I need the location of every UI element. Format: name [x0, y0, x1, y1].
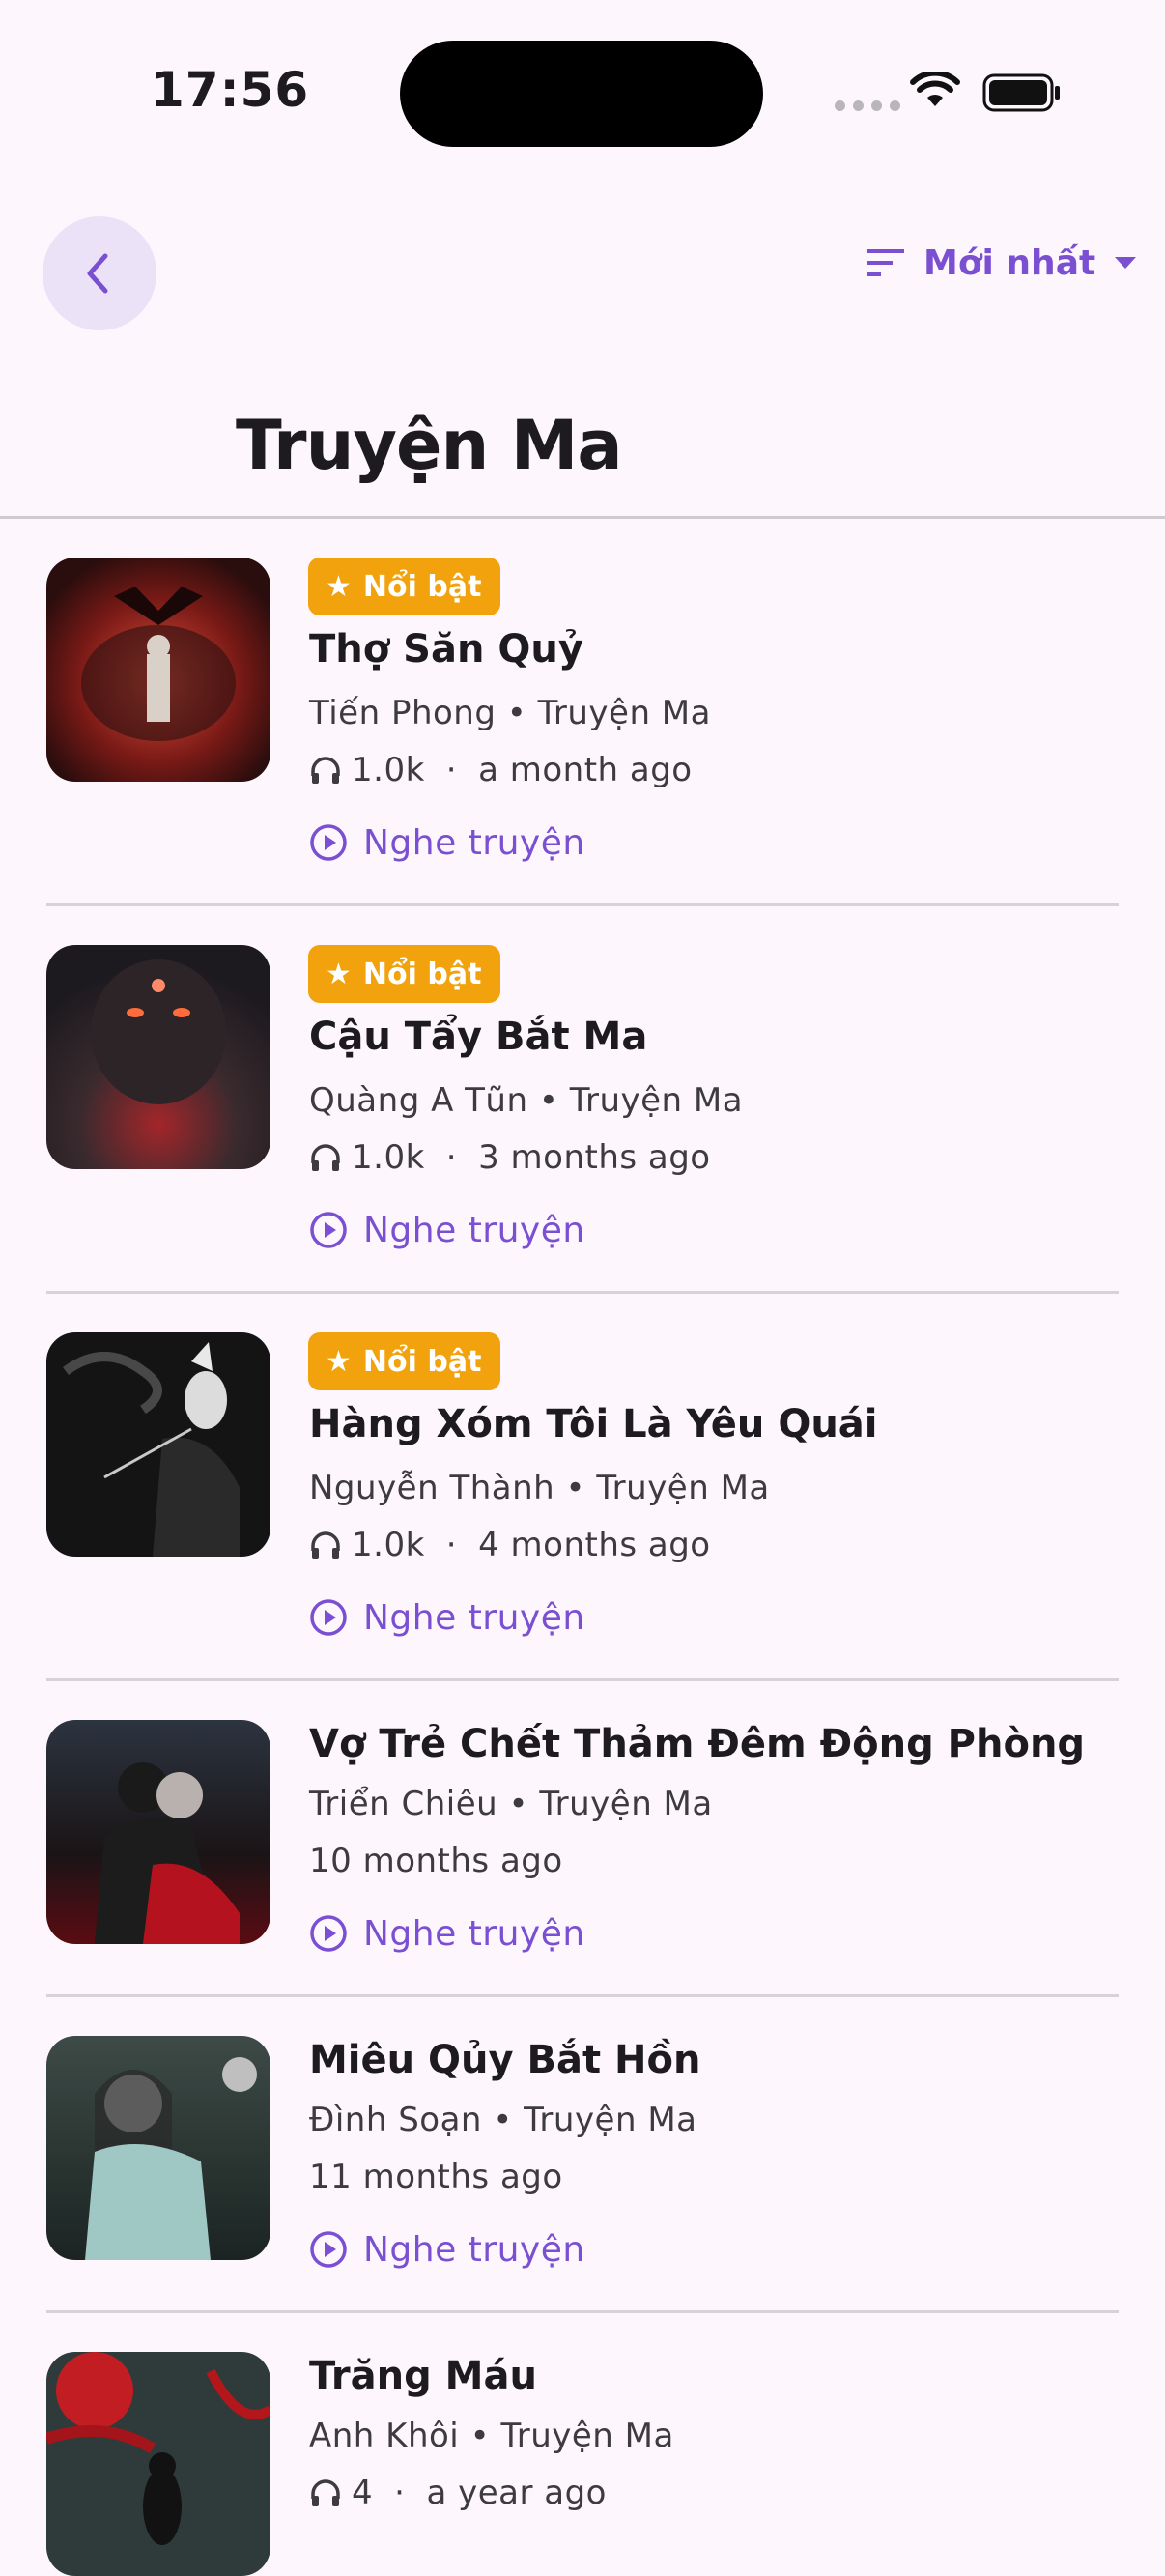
listen-button[interactable]: Nghe truyện — [309, 1595, 585, 1640]
listen-button[interactable]: Nghe truyện — [309, 2227, 585, 2272]
listen-button[interactable]: Nghe truyện — [309, 1208, 585, 1252]
listen-count: 4 — [352, 2474, 374, 2512]
story-stats: 4 · a year ago — [309, 2474, 607, 2512]
listen-label: Nghe truyện — [363, 1597, 585, 1638]
listen-count: 1.0k — [352, 1526, 425, 1564]
wifi-icon — [910, 72, 960, 106]
story-cover-image — [46, 1720, 270, 1944]
featured-badge: ★ Nổi bật — [308, 558, 501, 615]
story-category: Truyện Ma — [500, 2417, 674, 2455]
cellular-signal-icon — [835, 100, 900, 111]
story-author: Quàng A Tũn — [309, 1081, 528, 1120]
story-meta: Quàng A Tũn • Truyện Ma — [309, 1081, 744, 1120]
headphones-icon — [311, 2479, 340, 2506]
story-meta: Nguyễn Thành • Truyện Ma — [309, 1469, 770, 1507]
headphones-icon — [311, 1531, 340, 1559]
listen-count: 1.0k — [352, 1138, 425, 1177]
story-category: Truyện Ma — [537, 694, 711, 732]
story-category: Truyện Ma — [524, 2101, 697, 2139]
battery-icon — [982, 73, 1060, 112]
story-meta: Tiến Phong • Truyện Ma — [309, 694, 711, 732]
status-time: 17:56 — [151, 62, 310, 118]
play-circle-icon — [310, 1212, 347, 1248]
sort-dropdown[interactable]: Mới nhất — [866, 236, 1138, 290]
story-time: 4 months ago — [478, 1526, 711, 1564]
featured-badge: ★ Nổi bật — [308, 1332, 501, 1390]
story-title: Trăng Máu — [309, 2354, 537, 2398]
listen-label: Nghe truyện — [363, 2229, 585, 2270]
story-stats: 10 months ago — [309, 1842, 563, 1880]
story-item[interactable]: Vợ Trẻ Chết Thảm Đêm Động Phòng Triển Ch… — [0, 1681, 1165, 1997]
headphones-icon — [311, 1144, 340, 1171]
story-stats: 1.0k · 4 months ago — [309, 1526, 711, 1564]
story-stats: 11 months ago — [309, 2158, 563, 2196]
star-icon: ★ — [326, 957, 352, 991]
story-item[interactable]: Miêu Qủy Bắt Hồn Đình Soạn • Truyện Ma 1… — [0, 1997, 1165, 2313]
listen-button[interactable]: Nghe truyện — [309, 1911, 585, 1956]
page-title: Truyện Ma — [236, 406, 623, 485]
listen-count: 1.0k — [352, 751, 425, 789]
play-circle-icon — [310, 1599, 347, 1636]
story-time: 3 months ago — [478, 1138, 711, 1177]
story-meta: Anh Khôi • Truyện Ma — [309, 2417, 674, 2455]
featured-badge: ★ Nổi bật — [308, 945, 501, 1003]
story-stats: 1.0k · 3 months ago — [309, 1138, 711, 1177]
listen-label: Nghe truyện — [363, 1210, 585, 1250]
story-title: Vợ Trẻ Chết Thảm Đêm Động Phòng — [309, 1722, 1086, 1766]
listen-label: Nghe truyện — [363, 1913, 585, 1954]
headphones-icon — [311, 757, 340, 784]
sort-lines-icon — [867, 249, 904, 276]
listen-label: Nghe truyện — [363, 822, 585, 863]
story-meta: Đình Soạn • Truyện Ma — [309, 2101, 697, 2139]
story-author: Nguyễn Thành — [309, 1469, 555, 1507]
story-time: a month ago — [478, 751, 693, 789]
story-title: Hàng Xóm Tôi Là Yêu Quái — [309, 1402, 878, 1446]
story-time: a year ago — [426, 2474, 607, 2512]
story-item[interactable]: Trăng Máu Anh Khôi • Truyện Ma 4 · a yea… — [0, 2313, 1165, 2576]
story-list: ★ Nổi bật Thợ Săn Quỷ Tiến Phong • Truyệ… — [0, 519, 1165, 2576]
story-category: Truyện Ma — [539, 1785, 713, 1823]
story-item[interactable]: ★ Nổi bật Hàng Xóm Tôi Là Yêu Quái Nguyễ… — [0, 1294, 1165, 1681]
story-author: Anh Khôi — [309, 2417, 460, 2455]
story-title: Miêu Qủy Bắt Hồn — [309, 2038, 701, 2082]
story-title: Cậu Tẩy Bắt Ma — [309, 1015, 648, 1059]
sort-label: Mới nhất — [923, 243, 1096, 283]
story-cover-image — [46, 558, 270, 782]
listen-button[interactable]: Nghe truyện — [309, 820, 585, 865]
back-button[interactable] — [43, 216, 156, 330]
play-circle-icon — [310, 1915, 347, 1952]
chevron-left-icon — [87, 253, 108, 294]
story-time: 10 months ago — [309, 1842, 563, 1880]
story-category: Truyện Ma — [569, 1081, 744, 1120]
story-cover-image — [46, 1332, 270, 1557]
story-category: Truyện Ma — [596, 1469, 770, 1507]
dynamic-island — [400, 41, 763, 147]
star-icon: ★ — [326, 1344, 352, 1379]
story-author: Tiến Phong — [309, 694, 497, 732]
story-title: Thợ Săn Quỷ — [309, 627, 583, 672]
story-author: Triển Chiêu — [309, 1785, 498, 1823]
story-cover-image — [46, 945, 270, 1169]
story-time: 11 months ago — [309, 2158, 563, 2196]
story-meta: Triển Chiêu • Truyện Ma — [309, 1785, 713, 1823]
story-cover-image — [46, 2352, 270, 2576]
story-author: Đình Soạn — [309, 2101, 482, 2139]
story-item[interactable]: ★ Nổi bật Thợ Săn Quỷ Tiến Phong • Truyệ… — [0, 519, 1165, 906]
story-cover-image — [46, 2036, 270, 2260]
caret-down-icon — [1115, 257, 1137, 269]
story-item[interactable]: ★ Nổi bật Cậu Tẩy Bắt Ma Quàng A Tũn • T… — [0, 906, 1165, 1294]
story-stats: 1.0k · a month ago — [309, 751, 693, 789]
play-circle-icon — [310, 824, 347, 861]
play-circle-icon — [310, 2231, 347, 2268]
star-icon: ★ — [326, 569, 352, 604]
status-bar: 17:56 — [0, 0, 1165, 193]
